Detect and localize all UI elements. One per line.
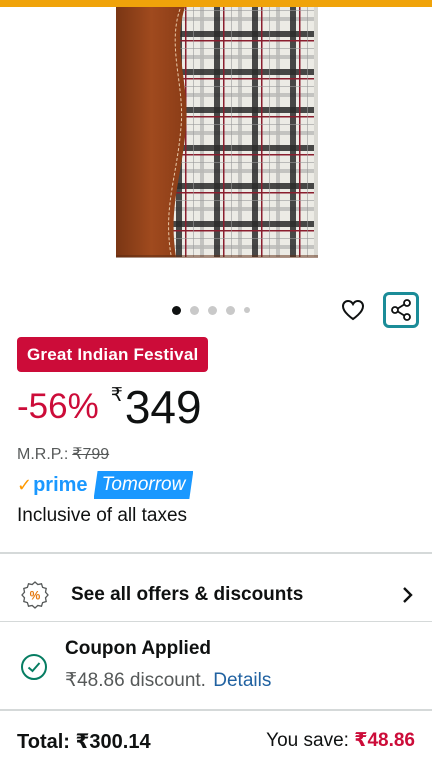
share-icon [391,299,411,321]
carousel-dot[interactable] [208,305,217,315]
deal-badge: Great Indian Festival [17,337,209,372]
carousel-dot[interactable] [190,305,199,315]
coupon-applied-row: Coupon Applied ₹48.86 discount. Details [0,635,432,699]
mrp-label: M.R.P.: [17,446,69,463]
price-row: -56% ₹ 349 [17,382,202,432]
top-accent-strip [0,0,432,7]
total-label: Total: ₹300.14 [17,731,151,753]
coupon-details-link[interactable]: Details [213,670,271,691]
coupon-discount-text: ₹48.86 discount. [65,670,206,691]
check-circle-icon [21,654,47,680]
you-save-row: You save: ₹48.86 [266,729,415,752]
coupon-detail: ₹48.86 discount. Details [65,669,271,692]
prime-delivery-row: ✓ prime Tomorrow [17,471,193,499]
wishlist-button[interactable] [338,296,368,324]
offers-row[interactable]: % See all offers & discounts [0,571,432,621]
price-value: 349 [124,381,202,433]
delivery-day-badge: Tomorrow [94,471,194,499]
coupon-title: Coupon Applied [65,638,211,659]
prime-check-icon: ✓ [17,474,33,495]
offers-label: See all offers & discounts [71,584,304,605]
tax-note: Inclusive of all taxes [17,505,188,526]
mrp-value: ₹799 [72,446,110,463]
percent-badge-icon: % [21,581,49,609]
carousel-dot[interactable] [172,305,181,315]
prime-logo: ✓ prime [17,471,88,499]
svg-text:%: % [30,589,41,603]
section-divider [0,621,432,622]
prime-label: prime [33,473,88,496]
carousel-dot[interactable] [244,307,250,313]
carousel-dot[interactable] [226,305,235,315]
heart-outline-icon [341,299,365,321]
you-save-label: You save: [266,730,349,751]
currency-symbol: ₹ [110,385,123,406]
you-save-amount: ₹48.86 [354,730,415,751]
discount-percent: -56% [17,387,99,426]
image-carousel-dots[interactable] [172,305,250,315]
product-image[interactable] [0,7,432,292]
share-button[interactable] [383,292,419,328]
chevron-right-icon [403,587,413,603]
order-summary-bar: Total: ₹300.14 You save: ₹48.86 [0,712,432,773]
section-divider [0,709,432,711]
mrp-row: M.R.P.: ₹799 [17,444,109,464]
section-divider [0,552,432,554]
